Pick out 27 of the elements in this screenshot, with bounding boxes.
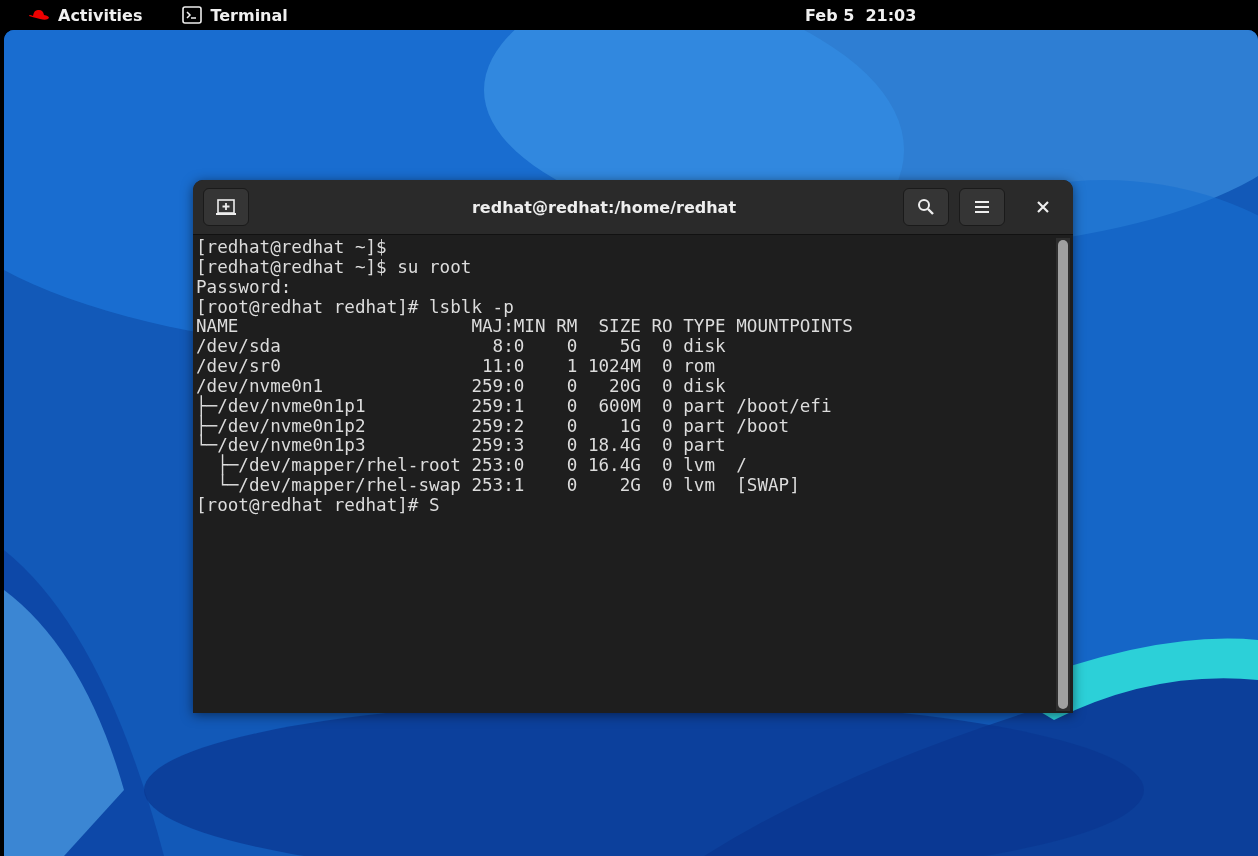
menu-icon: [974, 200, 990, 214]
clock[interactable]: Feb 5 21:03: [805, 0, 917, 30]
terminal-line: [redhat@redhat ~]$: [196, 238, 388, 258]
terminal-line: ├─/dev/nvme0n1p1 259:1 0 600M 0 part /boot/efi: [196, 396, 833, 416]
terminal-line: NAME MAJ:MIN RM SIZE RO TYPE MOUNTPOINTS: [196, 317, 854, 338]
close-icon: [1037, 201, 1049, 213]
terminal-line: └─/dev/mapper/rhel-swap 253:1 0 2G 0 lvm [SWAP]: [216, 476, 801, 496]
app-menu[interactable]: Terminal: [172, 5, 298, 25]
terminal-line: ├─/dev/nvme0n1p2 259:2 0 1G 0 part /boot: [196, 416, 791, 436]
terminal-line: Password:: [196, 277, 292, 298]
terminal-line: ├─/dev/mapper/rhel-root 253:0 0 16.4G 0 lvm /: [217, 456, 748, 476]
terminal-line: /dev/nvme0n1 259:0 0 20G 0 disk: [196, 376, 727, 396]
terminal-line: /dev/sr0 11:0 1 1024M 0 rom: [196, 357, 717, 377]
terminal-icon: [182, 6, 203, 24]
activities-button[interactable]: Activities: [18, 5, 153, 25]
search-icon: [917, 198, 935, 216]
new-tab-button[interactable]: [203, 188, 249, 226]
hat-logo-icon: [28, 8, 50, 22]
new-tab-icon: [216, 198, 236, 216]
menu-button[interactable]: [959, 188, 1005, 226]
terminal-line: └─/dev/nvme0n1p3 259:3 0 18.4G 0 part: [196, 436, 727, 456]
terminal-line: [redhat@redhat ~]$ su root: [196, 257, 473, 278]
terminal-line: [root@redhat redhat]# S: [196, 495, 440, 516]
terminal-line: /dev/sda 8:0 0 5G 0 disk: [196, 337, 727, 358]
search-button[interactable]: [903, 188, 949, 226]
terminal-line: [root@redhat redhat]# lsblk -p: [196, 297, 515, 318]
window-title: redhat@redhat:/home/redhat: [470, 197, 738, 217]
